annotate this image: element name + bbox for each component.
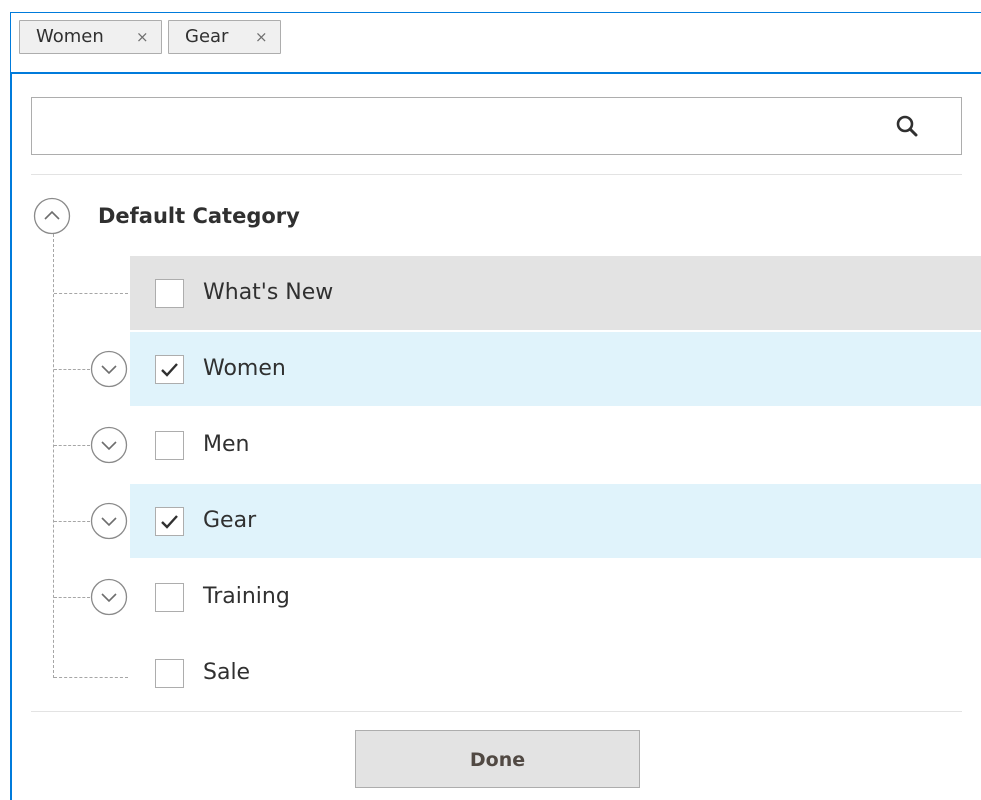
tag-label: Gear [185, 26, 229, 47]
tag-remove-icon[interactable]: × [136, 21, 149, 53]
tree-item-label: Women [203, 356, 286, 381]
tree-item-label: Training [203, 584, 290, 609]
checkbox-gear[interactable] [155, 507, 184, 536]
tag-label: Women [36, 26, 104, 47]
divider [31, 174, 962, 175]
chevron-down-icon[interactable] [90, 426, 128, 464]
tag-remove-icon[interactable]: × [255, 21, 268, 53]
tag-women: Women × [19, 20, 162, 54]
tree-connector-line [53, 234, 54, 678]
chevron-down-icon[interactable] [90, 350, 128, 388]
tree-connector [54, 445, 90, 446]
chevron-down-icon[interactable] [90, 578, 128, 616]
tag-gear: Gear × [168, 20, 281, 54]
checkmark-icon [161, 515, 178, 529]
tree-connector [54, 369, 90, 370]
checkbox-women[interactable] [155, 355, 184, 384]
tree-item-label: Gear [203, 508, 257, 533]
tree-row-sale[interactable] [130, 636, 981, 710]
checkbox-men[interactable] [155, 431, 184, 460]
tree-connector [54, 597, 90, 598]
search-input[interactable] [32, 98, 892, 154]
tree-row-men[interactable] [130, 408, 981, 482]
chevron-down-icon[interactable] [90, 502, 128, 540]
tree-connector [54, 677, 128, 678]
tree-connector [54, 521, 90, 522]
chevron-up-icon[interactable] [33, 197, 71, 235]
tree-item-label: What's New [203, 280, 334, 305]
category-dropdown: Default Category What's New Women Men Ge… [10, 72, 981, 800]
checkbox-sale[interactable] [155, 659, 184, 688]
tree-item-label: Sale [203, 660, 251, 685]
search-box [31, 97, 962, 155]
checkbox-whats-new[interactable] [155, 279, 184, 308]
tree-connector [54, 293, 128, 294]
done-button[interactable]: Done [355, 730, 640, 788]
selected-tags-bar[interactable]: Women × Gear × [10, 12, 981, 72]
checkmark-icon [161, 363, 178, 377]
checkbox-training[interactable] [155, 583, 184, 612]
tree-item-label: Men [203, 432, 250, 457]
search-icon[interactable] [893, 112, 921, 140]
tree-row-gear[interactable] [130, 484, 981, 558]
root-category-label: Default Category [98, 204, 300, 228]
divider [31, 711, 962, 712]
